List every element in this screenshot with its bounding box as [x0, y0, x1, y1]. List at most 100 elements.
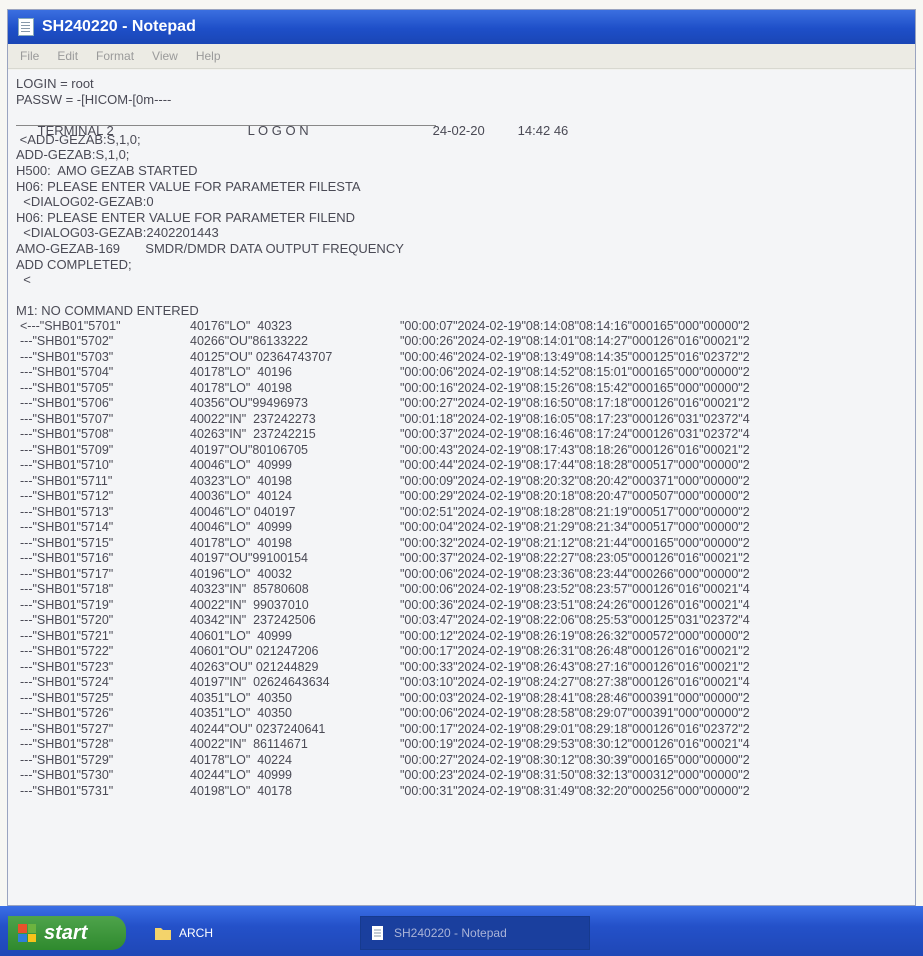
passw-line: PASSW = -[HICOM-[0m---- — [16, 91, 172, 107]
record-party: 40263"OU" 021244829 — [190, 659, 319, 674]
record-party: 40356"OU"99496973 — [190, 396, 308, 411]
record-details: "00:03:10"2024-02-19"08:24:27"08:27:38"0… — [400, 675, 750, 690]
record-id: ---"SHB01"5711" — [20, 473, 113, 488]
record-id: ---"SHB01"5706" — [20, 396, 114, 411]
record-details: "00:00:16"2024-02-19"08:15:26"08:15:42"0… — [400, 380, 750, 395]
record-details: "00:00:33"2024-02-19"08:26:43"08:27:16"0… — [400, 659, 750, 674]
record-party: 40244"OU" 0237240641 — [190, 721, 326, 736]
record-party: 40263"IN" 237242215 — [190, 427, 316, 442]
taskbar-item-arch[interactable]: ARCH — [145, 916, 345, 950]
record-party: 40046"LO" 40999 — [190, 458, 293, 473]
record-id: ---"SHB01"5719" — [20, 597, 114, 612]
start-button[interactable]: start — [8, 916, 126, 950]
record-details: "00:00:27"2024-02-19"08:30:12"08:30:39"0… — [400, 752, 750, 767]
record-party: 40323"LO" 40198 — [190, 473, 293, 488]
record-id: ---"SHB01"5721" — [20, 628, 114, 643]
record-party: 40244"LO" 40999 — [190, 768, 293, 783]
record-party: 40046"LO" 40999 — [190, 520, 293, 535]
record-row: ---"SHB01"5709" 40197"OU"80106705 "00:00:4… — [16, 443, 915, 459]
record-party: 40601"LO" 40999 — [190, 628, 293, 643]
record-details: "00:00:06"2024-02-19"08:23:52"08:23:57"0… — [400, 582, 750, 597]
record-details: "00:00:26"2024-02-19"08:14:01"08:14:27"0… — [400, 334, 750, 349]
record-row: ---"SHB01"5729" 40178"LO" 40224 "00:00:27"… — [16, 753, 915, 769]
record-row: ---"SHB01"5720" 40342"IN" 237242506 "00:03… — [16, 613, 915, 629]
record-id: ---"SHB01"5724" — [20, 675, 114, 690]
record-party: 40022"IN" 237242273 — [190, 411, 316, 426]
record-row: <---"SHB01"5701" 40176"LO" 40323 "00:00:07… — [16, 319, 915, 335]
log-line: <DIALOG03-GEZAB:2402201443 — [16, 225, 219, 241]
record-row: ---"SHB01"5730" 40244"LO" 40999 "00:00:23"… — [16, 768, 915, 784]
record-row: ---"SHB01"5728" 40022"IN" 86114671 "00:00:… — [16, 737, 915, 753]
record-row: ---"SHB01"5731" 40198"LO" 40178 "00:00:31"… — [16, 784, 915, 800]
record-row: ---"SHB01"5724" 40197"IN" 02624643634 "00:… — [16, 675, 915, 691]
record-details: "00:00:12"2024-02-19"08:26:19"08:26:32"0… — [400, 628, 750, 643]
record-party: 40176"LO" 40323 — [190, 318, 293, 333]
text-editor[interactable]: LOGIN = root PASSW = -[HICOM-[0m---- TER… — [8, 70, 915, 905]
logon-label: L O G O N — [247, 122, 309, 138]
record-row: ---"SHB01"5703" 40125"OU" 02364743707 "00:… — [16, 350, 915, 366]
record-row: ---"SHB01"5711" 40323"LO" 40198 "00:00:09"… — [16, 474, 915, 490]
record-party: 40351"LO" 40350 — [190, 690, 293, 705]
record-row: ---"SHB01"5726" 40351"LO" 40350 "00:00:06"… — [16, 706, 915, 722]
record-id: ---"SHB01"5717" — [20, 566, 114, 581]
log-line: AMO-GEZAB-169 SMDR/DMDR DATA OUTPUT FREQ… — [16, 240, 404, 256]
notepad-icon — [372, 926, 383, 940]
record-row: ---"SHB01"5702" 40266"OU"86133222 "00:00:2… — [16, 334, 915, 350]
record-party: 40197"OU"80106705 — [190, 442, 308, 457]
menu-edit[interactable]: Edit — [57, 49, 78, 63]
taskbar: start ARCH SH240220 - Notepad — [0, 906, 923, 956]
record-party: 40036"LO" 40124 — [190, 489, 293, 504]
record-details: "00:00:31"2024-02-19"08:31:49"08:32:20"0… — [400, 783, 750, 798]
menu-format[interactable]: Format — [96, 49, 134, 63]
record-details: "00:00:03"2024-02-19"08:28:41"08:28:46"0… — [400, 690, 750, 705]
menu-file[interactable]: File — [20, 49, 39, 63]
record-id: ---"SHB01"5710" — [20, 458, 114, 473]
record-row: ---"SHB01"5722" 40601"OU" 021247206 "00:00… — [16, 644, 915, 660]
log-line: < — [16, 272, 31, 288]
log-line: H06: PLEASE ENTER VALUE FOR PARAMETER FI… — [16, 178, 361, 194]
logon-date: 24-02-20 — [432, 122, 485, 138]
record-details: "00:00:44"2024-02-19"08:17:44"08:18:28"0… — [400, 458, 750, 473]
record-party: 40178"LO" 40198 — [190, 380, 293, 395]
record-row: ---"SHB01"5710" 40046"LO" 40999 "00:00:44"… — [16, 458, 915, 474]
record-id: ---"SHB01"5729" — [20, 752, 114, 767]
record-id: ---"SHB01"5730" — [20, 768, 114, 783]
record-id: ---"SHB01"5722" — [20, 644, 114, 659]
record-row: ---"SHB01"5727" 40244"OU" 0237240641 "00:0… — [16, 722, 915, 738]
login-line: LOGIN = root — [16, 76, 94, 91]
record-row: ---"SHB01"5708" 40263"IN" 237242215 "00:00… — [16, 427, 915, 443]
menu-view[interactable]: View — [152, 49, 178, 63]
record-party: 40196"LO" 40032 — [190, 566, 293, 581]
cdr-records: <---"SHB01"5701" 40176"LO" 40323 "00:00:07… — [16, 319, 915, 800]
record-row: ---"SHB01"5715" 40178"LO" 40198 "00:00:32"… — [16, 536, 915, 552]
window-title: SH240220 - Notepad — [42, 18, 196, 35]
record-row: ---"SHB01"5706" 40356"OU"99496973 "00:00:2… — [16, 396, 915, 412]
record-party: 40351"LO" 40350 — [190, 706, 293, 721]
record-id: ---"SHB01"5720" — [20, 613, 114, 628]
record-details: "00:00:23"2024-02-19"08:31:50"08:32:13"0… — [400, 768, 750, 783]
record-details: "00:00:17"2024-02-19"08:29:01"08:29:18"0… — [400, 721, 750, 736]
record-id: ---"SHB01"5715" — [20, 535, 114, 550]
log-line: ADD-GEZAB:S,1,0; — [16, 147, 130, 163]
record-details: "00:00:17"2024-02-19"08:26:31"08:26:48"0… — [400, 644, 750, 659]
taskbar-item-notepad[interactable]: SH240220 - Notepad — [360, 916, 590, 950]
log-line: ADD COMPLETED; — [16, 256, 132, 272]
menu-bar: File Edit Format View Help — [8, 44, 915, 69]
record-party: 40046"LO" 040197 — [190, 504, 296, 519]
record-id: <---"SHB01"5701" — [20, 318, 121, 333]
record-row: ---"SHB01"5705" 40178"LO" 40198 "00:00:16"… — [16, 381, 915, 397]
record-id: ---"SHB01"5709" — [20, 442, 114, 457]
record-id: ---"SHB01"5727" — [20, 721, 114, 736]
record-row: ---"SHB01"5721" 40601"LO" 40999 "00:00:12"… — [16, 629, 915, 645]
notepad-icon — [18, 18, 34, 36]
record-details: "00:00:06"2024-02-19"08:23:36"08:23:44"0… — [400, 566, 750, 581]
record-id: ---"SHB01"5713" — [20, 504, 114, 519]
log-line: <DIALOG02-GEZAB:0 — [16, 194, 154, 210]
title-bar[interactable]: SH240220 - Notepad — [8, 10, 915, 44]
record-party: 40178"LO" 40224 — [190, 752, 293, 767]
record-party: 40022"IN" 86114671 — [190, 737, 308, 752]
terminal-line: TERMINAL 2L O G O N 24-02-20 14:42 46 — [16, 107, 915, 138]
menu-help[interactable]: Help — [196, 49, 221, 63]
record-details: "00:00:46"2024-02-19"08:13:49"08:14:35"0… — [400, 349, 750, 364]
